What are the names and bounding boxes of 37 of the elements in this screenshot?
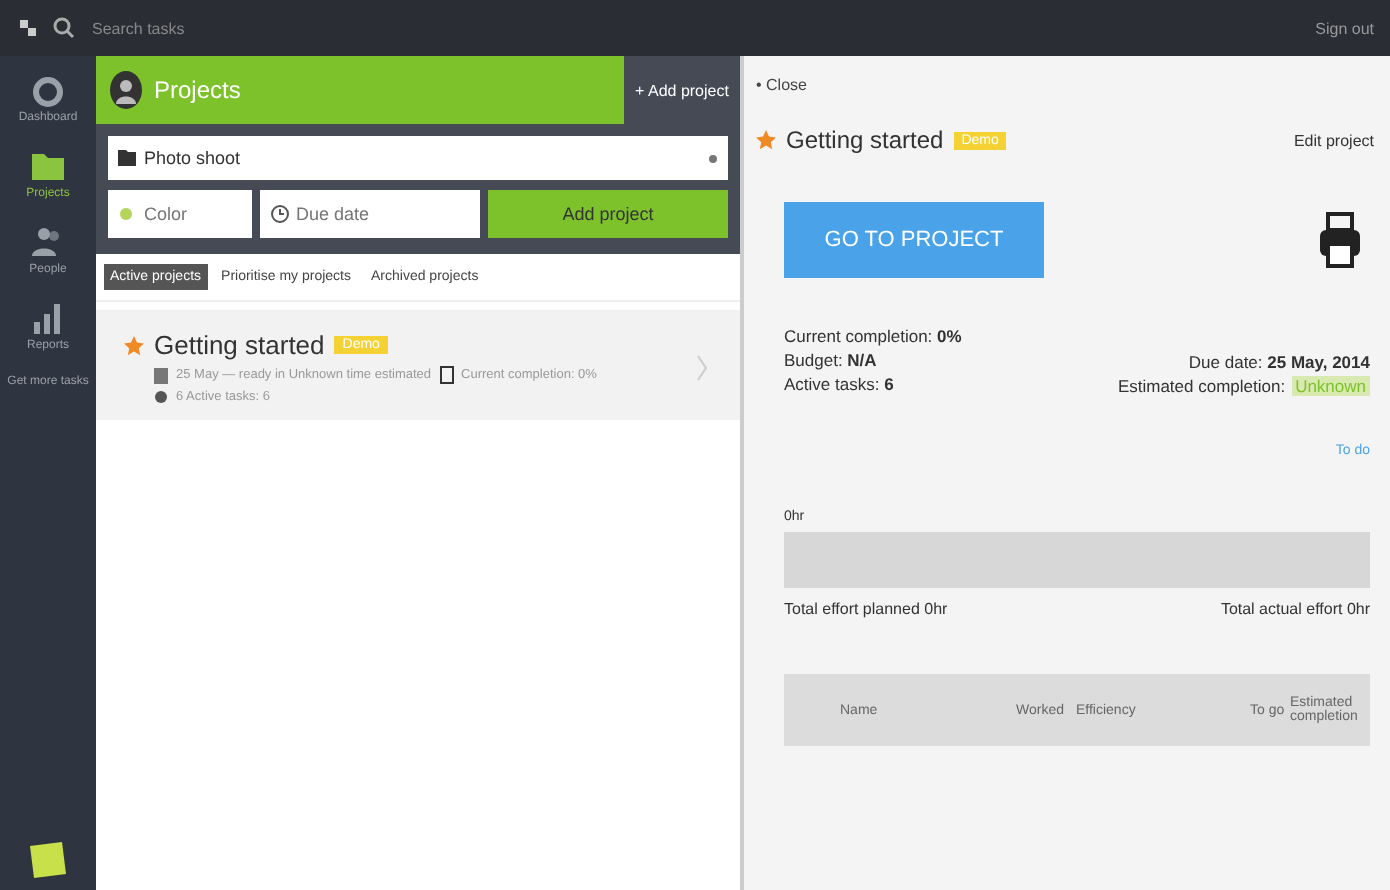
logo-icon [16,16,40,40]
star-icon [124,335,144,355]
search-icon[interactable] [52,16,76,40]
project-title: Getting started [786,126,944,154]
avatar-icon [108,70,144,110]
due-date-text: Due date: 25 May, 2014 [1188,352,1370,372]
folder-icon [30,148,66,184]
pin-icon [154,390,168,404]
print-icon[interactable] [1318,212,1362,268]
dot-icon [708,153,718,163]
folder-icon [118,150,136,166]
add-project-link[interactable]: + Add project [624,56,740,124]
project-title: Getting started [154,330,325,360]
sign-out-link[interactable]: Sign out [1315,19,1374,37]
document-icon [439,366,454,384]
estimated-value: Unknown [1291,376,1370,396]
clock-icon [270,204,290,224]
projects-title: Projects [154,76,241,104]
note-icon[interactable] [26,838,70,882]
due-date-field[interactable]: Due date [260,190,480,238]
stat-text: Current completion: 0% [784,326,962,346]
stat-text: Active tasks: 6 [784,374,896,394]
stat-text: Budget: N/A [784,350,879,370]
color-field[interactable]: Color [108,190,252,238]
add-project-button[interactable]: Add project [488,190,728,238]
close-link[interactable]: • Close [756,76,1374,94]
estimated-label: Estimated completion: [1117,376,1286,396]
project-name-field[interactable]: Photo shoot [108,136,728,180]
star-icon [756,130,776,150]
edit-project-link[interactable]: Edit project [1293,131,1374,149]
gauge-icon [31,76,64,108]
actual-effort: Total actual effort 0hr [1220,600,1370,618]
planned-effort: Total effort planned 0hr [784,600,948,618]
search-field[interactable]: Search tasks [88,17,296,39]
bar-chart-icon [29,300,66,336]
chevron-icon [696,354,708,382]
calendar-icon [154,367,168,383]
